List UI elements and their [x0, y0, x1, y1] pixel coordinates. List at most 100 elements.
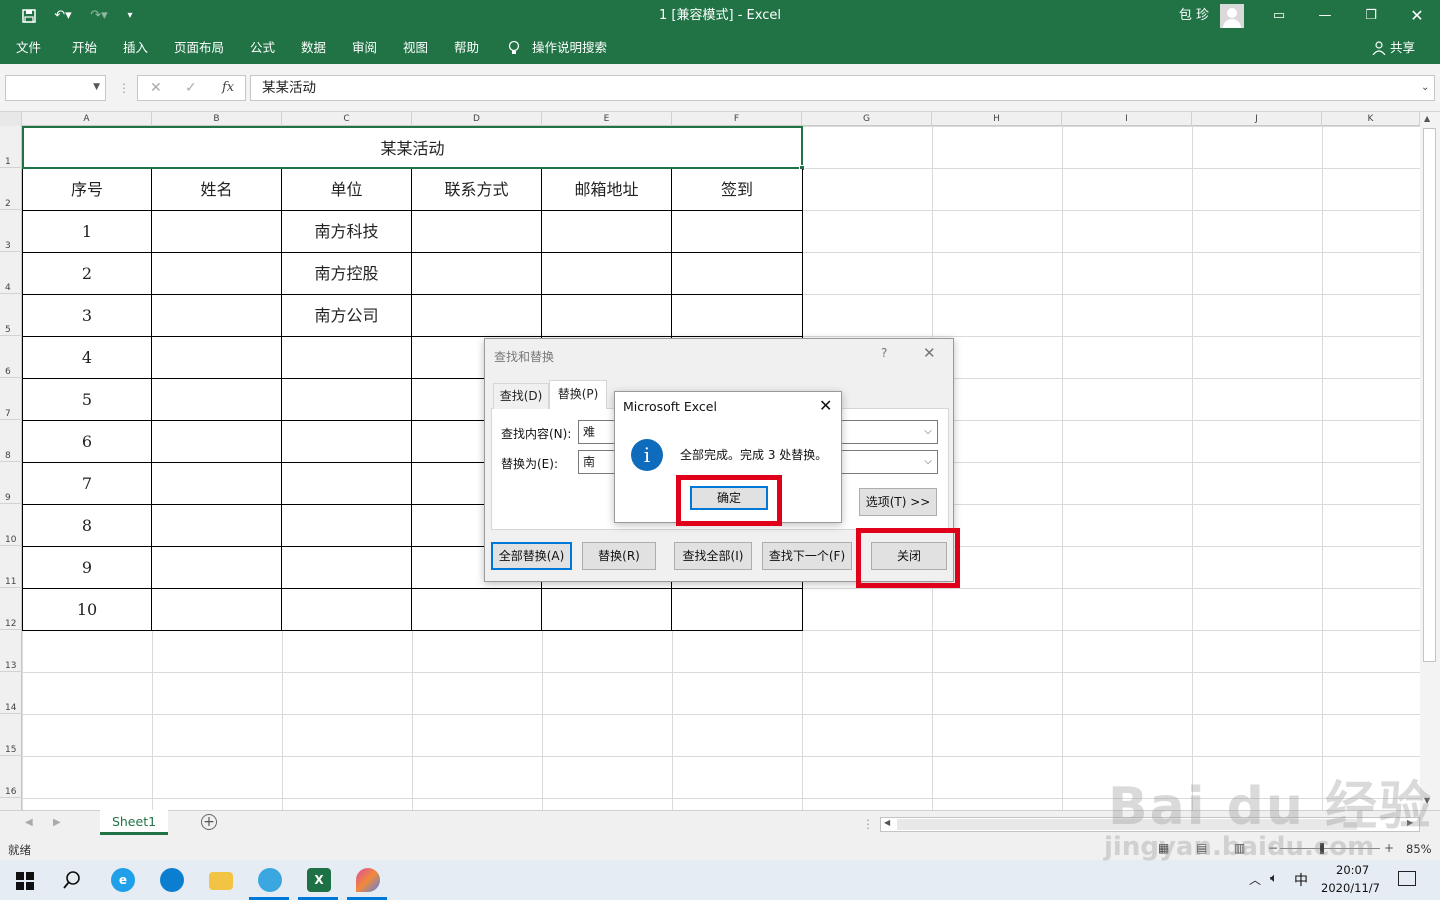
tab-formulas[interactable]: 公式 [250, 32, 275, 64]
table-cell[interactable] [542, 589, 672, 631]
col-header-h[interactable]: H [932, 112, 1062, 126]
unit-cell[interactable]: 南方公司 [282, 295, 412, 337]
header-cell[interactable]: 姓名 [152, 169, 282, 211]
table-cell[interactable] [542, 211, 672, 253]
clock-time[interactable]: 20:07 [1336, 863, 1369, 877]
redo-icon[interactable]: ↷▾ [84, 0, 114, 32]
col-header-i[interactable]: I [1062, 112, 1192, 126]
scroll-up-icon[interactable]: ▲ [1424, 114, 1430, 123]
row-header[interactable]: 9 [0, 462, 22, 504]
tab-insert[interactable]: 插入 [123, 32, 148, 64]
row-header[interactable]: 14 [0, 672, 22, 714]
header-cell[interactable]: 签到 [672, 169, 803, 211]
browser-icon[interactable] [258, 868, 282, 892]
tab-data[interactable]: 数据 [301, 32, 326, 64]
seq-cell[interactable]: 9 [22, 547, 152, 589]
table-cell[interactable] [412, 211, 542, 253]
avatar[interactable] [1220, 0, 1244, 32]
table-cell[interactable] [412, 589, 542, 631]
unit-cell[interactable]: 南方科技 [282, 211, 412, 253]
tab-home[interactable]: 开始 [72, 32, 97, 64]
table-cell[interactable] [282, 337, 412, 379]
share-button[interactable]: 共享 [1390, 32, 1415, 64]
user-name[interactable]: 包 珍 [1172, 0, 1216, 32]
excel-icon[interactable]: X [307, 868, 331, 892]
paint-app-icon[interactable] [356, 868, 380, 892]
table-cell[interactable] [672, 211, 803, 253]
row-header[interactable]: 11 [0, 546, 22, 588]
table-cell[interactable] [412, 295, 542, 337]
next-sheet-icon[interactable]: ▶ [53, 817, 61, 828]
row-header[interactable]: 12 [0, 588, 22, 630]
table-cell[interactable] [672, 295, 803, 337]
col-header-b[interactable]: B [152, 112, 282, 126]
table-cell[interactable] [152, 547, 282, 589]
scroll-left-icon[interactable]: ◀ [884, 818, 890, 827]
replace-all-button[interactable]: 全部替换(A) [491, 542, 572, 570]
table-cell[interactable] [152, 253, 282, 295]
tab-replace[interactable]: 替换(P) [549, 380, 607, 409]
table-cell[interactable] [152, 505, 282, 547]
table-cell[interactable] [152, 589, 282, 631]
table-cell[interactable] [152, 337, 282, 379]
table-cell[interactable] [282, 505, 412, 547]
row-header[interactable]: 15 [0, 714, 22, 756]
table-cell[interactable] [152, 295, 282, 337]
table-cell[interactable] [282, 463, 412, 505]
formula-input[interactable]: 某某活动 [250, 75, 1435, 101]
table-cell[interactable] [282, 547, 412, 589]
table-cell[interactable] [282, 421, 412, 463]
table-cell[interactable] [282, 589, 412, 631]
row-header[interactable]: 7 [0, 378, 22, 420]
tab-view[interactable]: 视图 [403, 32, 428, 64]
seq-cell[interactable]: 4 [22, 337, 152, 379]
chevron-down-icon[interactable]: ⌵ [920, 452, 936, 472]
col-header-g[interactable]: G [802, 112, 932, 126]
table-cell[interactable] [282, 379, 412, 421]
header-cell[interactable]: 序号 [22, 169, 152, 211]
prev-sheet-icon[interactable]: ◀ [25, 817, 33, 828]
search-icon[interactable] [62, 870, 82, 893]
col-header-j[interactable]: J [1192, 112, 1322, 126]
expand-formula-icon[interactable]: ⌄ [1421, 82, 1429, 93]
seq-cell[interactable]: 3 [22, 295, 152, 337]
tab-review[interactable]: 审阅 [352, 32, 377, 64]
col-header-k[interactable]: K [1322, 112, 1420, 126]
seq-cell[interactable]: 10 [22, 589, 152, 631]
row-header[interactable]: 2 [0, 168, 22, 210]
row-header[interactable]: 3 [0, 210, 22, 252]
table-cell[interactable] [412, 253, 542, 295]
insert-function-icon[interactable]: fx [222, 80, 234, 95]
select-all-corner[interactable] [0, 112, 22, 126]
unit-cell[interactable]: 南方控股 [282, 253, 412, 295]
undo-icon[interactable]: ↶▾ [48, 0, 78, 32]
ie-icon[interactable]: e [111, 868, 135, 892]
row-header[interactable]: 16 [0, 756, 22, 798]
close-icon[interactable]: ✕ [819, 396, 832, 415]
header-cell[interactable]: 单位 [282, 169, 412, 211]
col-header-f[interactable]: F [672, 112, 802, 126]
help-icon[interactable]: ? [881, 346, 887, 360]
table-cell[interactable] [672, 253, 803, 295]
vertical-scrollbar[interactable]: ▲ ▼ [1420, 112, 1440, 810]
cancel-icon[interactable]: ✕ [150, 80, 162, 96]
replace-button[interactable]: 替换(R) [582, 542, 656, 570]
table-cell[interactable] [152, 463, 282, 505]
table-cell[interactable] [672, 589, 803, 631]
save-icon[interactable] [14, 0, 44, 32]
table-cell[interactable] [152, 379, 282, 421]
volume-icon[interactable]: 🔈︎ [1270, 871, 1278, 886]
ime-indicator[interactable]: 中 [1294, 870, 1308, 890]
table-cell[interactable] [152, 211, 282, 253]
seq-cell[interactable]: 8 [22, 505, 152, 547]
ribbon-display-icon[interactable]: ▭ [1266, 0, 1292, 32]
table-cell[interactable] [542, 253, 672, 295]
close-window-icon[interactable]: ✕ [1404, 0, 1430, 32]
sheet-tab-sheet1[interactable]: Sheet1 [100, 810, 168, 835]
seq-cell[interactable]: 7 [22, 463, 152, 505]
chevron-down-icon[interactable]: ▼ [93, 82, 100, 92]
col-header-d[interactable]: D [412, 112, 542, 126]
row-header[interactable]: 6 [0, 336, 22, 378]
tell-me-search[interactable]: 操作说明搜索 [532, 32, 607, 64]
title-cell[interactable]: 某某活动 [22, 126, 803, 169]
